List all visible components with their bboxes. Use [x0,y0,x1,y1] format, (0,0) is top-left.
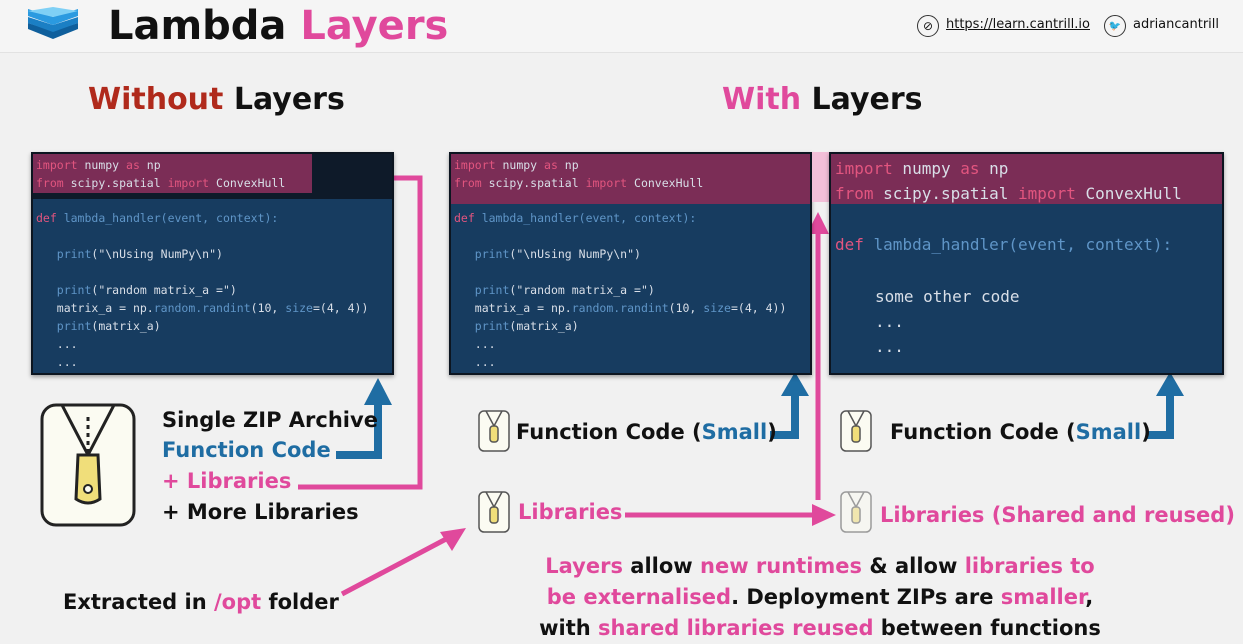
code-import-lines: import numpy as np from scipy.spatial im… [835,159,1182,203]
code-panel-layer: import numpy as np from scipy.spatial im… [829,152,1224,375]
function-code-small-label-2: Function Code (Small) [890,420,1151,444]
code-import-lines: import numpy as np from scipy.spatial im… [454,158,704,190]
code-handler-lines: def lambda_handler(event, context): prin… [454,211,787,369]
zip-line-libraries: + Libraries [162,469,292,493]
zip-line-single: Single ZIP Archive [162,408,378,432]
zip-small-icon-libraries [478,491,510,533]
zip-line-function-code: Function Code [162,438,331,462]
function-code-small-label: Function Code (Small) [516,420,777,444]
zip-line-more-libraries: + More Libraries [162,500,359,524]
summary-text: Layers allow new runtimes & allow librar… [539,554,1101,640]
code-panel-function-code: import numpy as np from scipy.spatial im… [449,152,812,375]
code-import-lines: import numpy as np from scipy.spatial im… [36,158,286,190]
zip-small-icon-function [478,410,510,452]
code-panel-without-layers: import numpy as np from scipy.spatial im… [31,152,394,375]
zip-small-icon-shared-libraries [840,491,872,533]
layer-gap-highlight [812,152,830,202]
libraries-shared-label: Libraries (Shared and reused) [880,503,1235,527]
zip-small-icon-function-2 [840,410,872,452]
extracted-note: Extracted in /opt folder [63,590,339,614]
zip-archive-icon [40,403,136,527]
code-handler-lines: def lambda_handler(event, context): [835,235,1173,254]
code-handler-lines: def lambda_handler(event, context): prin… [36,211,369,369]
libraries-label: Libraries [518,500,623,524]
code-body-lines: some other code ... ... [875,287,1020,356]
